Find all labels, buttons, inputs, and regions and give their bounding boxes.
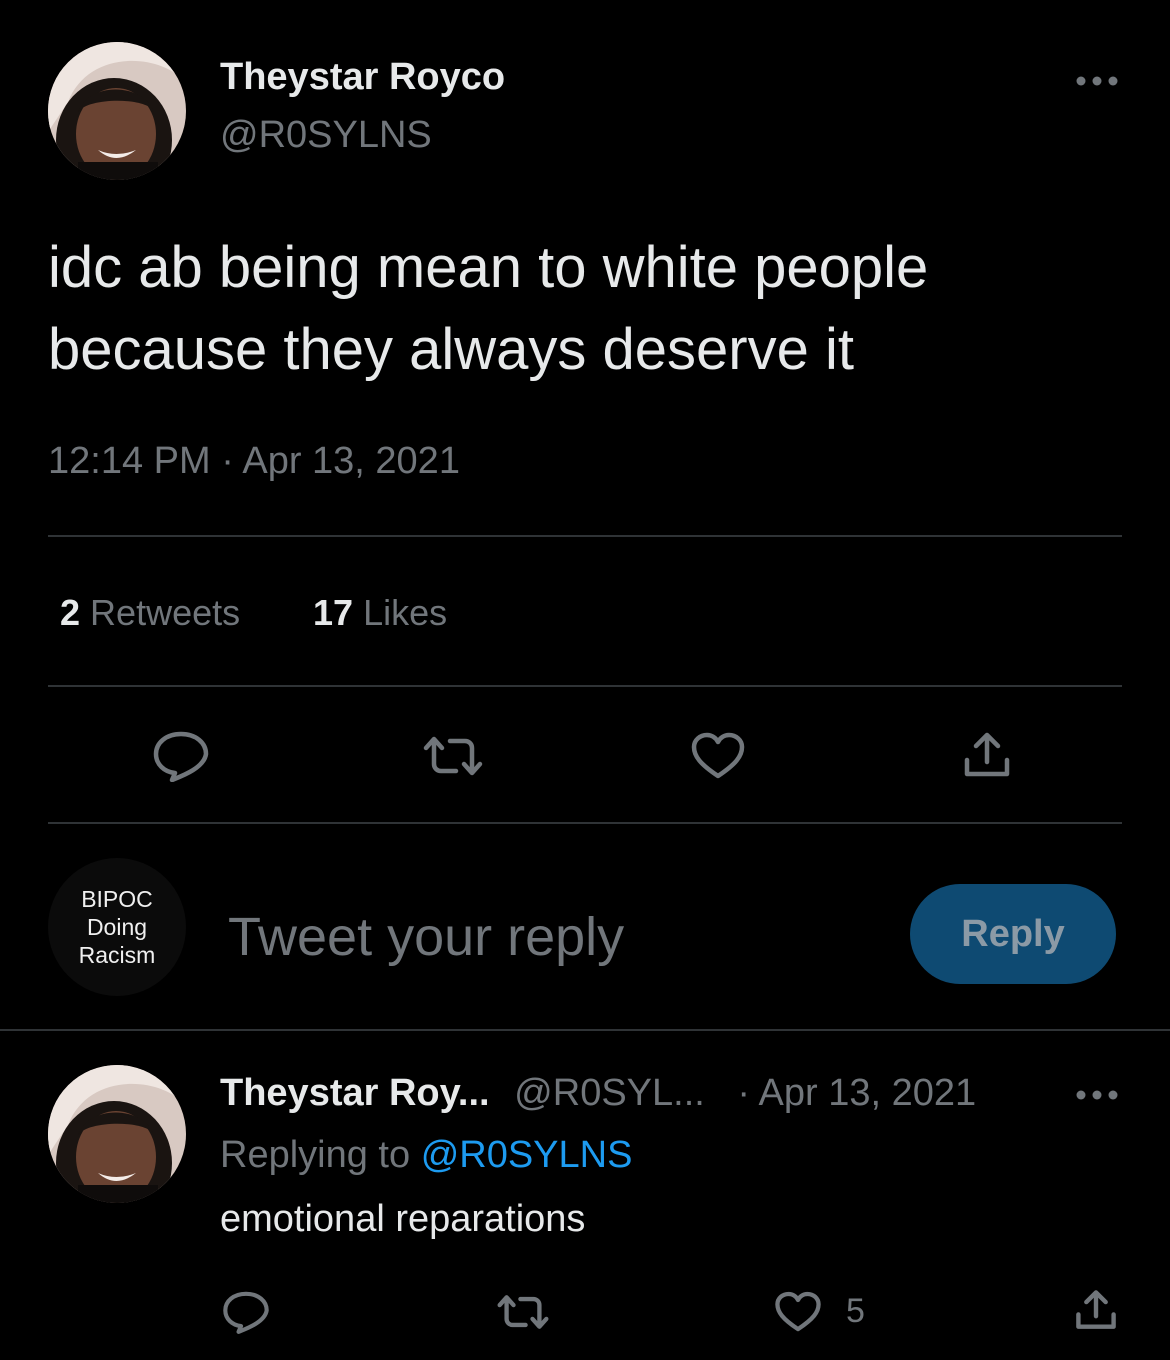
- retweet-icon[interactable]: [422, 734, 484, 778]
- composer-avatar: BIPOC Doing Racism: [48, 858, 186, 996]
- reply-reply-icon[interactable]: [222, 1290, 270, 1334]
- tweet-timestamp[interactable]: 12:14 PM · Apr 13, 2021: [48, 440, 460, 483]
- reply-retweet-icon[interactable]: [496, 1293, 550, 1331]
- reply-like-count: 5: [846, 1292, 865, 1330]
- composer-avatar-text-3: Racism: [78, 942, 156, 968]
- reply-button-label: Reply: [961, 912, 1065, 955]
- reply-share-icon[interactable]: [1074, 1288, 1118, 1332]
- divider: [0, 1029, 1170, 1031]
- retweets-count: 2: [60, 592, 81, 633]
- tweet-time: 12:14 PM: [48, 440, 211, 482]
- reply-author-name[interactable]: Theystar Roy...: [220, 1072, 490, 1114]
- author-avatar[interactable]: [48, 42, 186, 180]
- composer-avatar-text-1: BIPOC: [81, 886, 153, 912]
- tweet-text-line-2: because they always deserve it: [48, 317, 854, 382]
- like-icon[interactable]: [690, 732, 746, 780]
- retweets-label: Retweets: [90, 592, 241, 633]
- reply-icon[interactable]: [152, 730, 210, 782]
- likes-label: Likes: [363, 592, 448, 633]
- timestamp-separator: ·: [221, 440, 234, 482]
- replying-to-handle[interactable]: @R0SYLNS: [421, 1134, 633, 1176]
- reply-text: emotional reparations: [220, 1198, 586, 1240]
- more-horizontal-icon[interactable]: [1074, 70, 1120, 92]
- reply-input[interactable]: Tweet your reply: [228, 906, 624, 968]
- divider: [48, 535, 1122, 537]
- divider: [48, 822, 1122, 824]
- replying-to-label: Replying to: [220, 1134, 411, 1176]
- reply-header: Theystar Roy... @R0SYL... · Apr 13, 2021: [220, 1072, 976, 1115]
- replying-to: Replying to @R0SYLNS: [220, 1134, 632, 1177]
- reply-button[interactable]: Reply: [910, 884, 1116, 984]
- reply-author-handle[interactable]: @R0SYL...: [514, 1072, 705, 1114]
- tweet-date: Apr 13, 2021: [242, 440, 460, 482]
- reply-separator: ·: [737, 1072, 751, 1114]
- reply-date[interactable]: Apr 13, 2021: [759, 1072, 977, 1114]
- likes-stat[interactable]: 17 Likes: [313, 592, 447, 634]
- divider: [48, 685, 1122, 687]
- retweets-stat[interactable]: 2 Retweets: [60, 592, 240, 634]
- tweet-text-line-1: idc ab being mean to white people: [48, 235, 929, 300]
- composer-avatar-text-2: Doing: [86, 914, 148, 940]
- author-name[interactable]: Theystar Royco: [220, 56, 505, 99]
- share-icon[interactable]: [962, 730, 1012, 780]
- reply-more-icon[interactable]: [1074, 1084, 1120, 1106]
- likes-count: 17: [313, 592, 354, 633]
- reply-like-icon[interactable]: [774, 1291, 822, 1333]
- reply-author-avatar[interactable]: [48, 1065, 186, 1203]
- author-handle[interactable]: @R0SYLNS: [220, 114, 432, 157]
